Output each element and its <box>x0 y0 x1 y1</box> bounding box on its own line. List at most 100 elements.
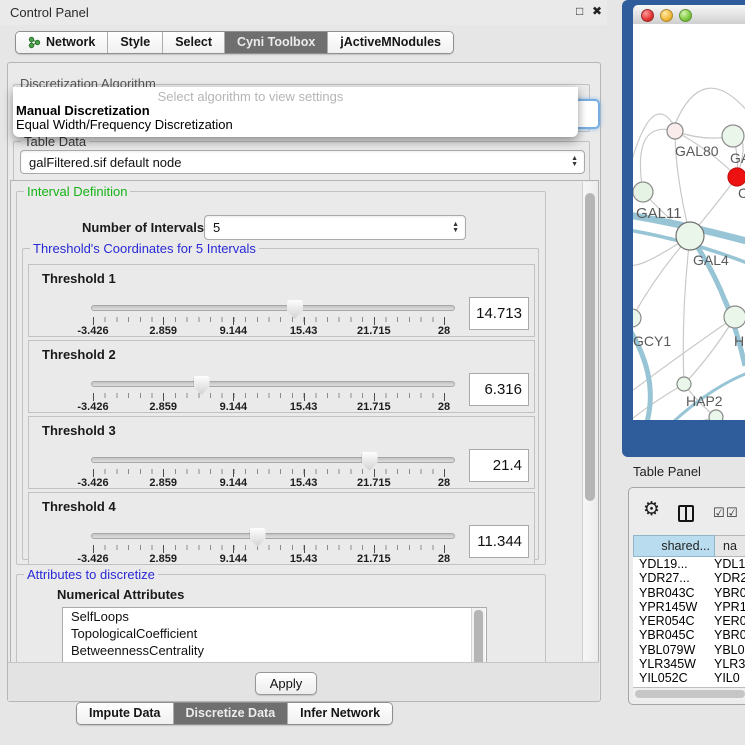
threshold-slider[interactable]: -3.4262.8599.14415.4321.71528 <box>29 265 469 336</box>
screen: { "window": { "title": "Control Panel" }… <box>0 0 745 745</box>
tab-jactivemnodules[interactable]: jActiveMNodules <box>328 32 453 53</box>
dropdown-option-equal-width[interactable]: Equal Width/Frequency Discretization <box>13 118 578 132</box>
slider-tick-labels: -3.4262.8599.14415.4321.71528 <box>93 325 444 337</box>
slider-track <box>91 381 455 387</box>
table-row[interactable]: YIL052CYIL0 <box>633 671 745 685</box>
attribute-item[interactable]: BetweennessCentrality <box>63 642 486 659</box>
network-window-titlebar[interactable] <box>633 5 745 25</box>
tab-infer-network[interactable]: Infer Network <box>288 703 392 724</box>
tick-label: 15.43 <box>290 477 318 489</box>
interval-definition-title: Interval Definition <box>24 184 130 199</box>
gear-icon[interactable]: ⚙ <box>643 498 660 521</box>
attribute-item[interactable]: TopologicalCoefficient <box>63 625 486 642</box>
tick-label: -3.426 <box>77 325 108 337</box>
slider-track <box>91 305 455 311</box>
combo-spinner-icon[interactable]: ▲▼ <box>571 156 578 168</box>
node-mid-right[interactable] <box>724 306 745 328</box>
tab-style[interactable]: Style <box>108 32 163 53</box>
tick-label: 2.859 <box>149 553 177 565</box>
tab-impute-data-label: Impute Data <box>89 706 161 720</box>
table-row[interactable]: YBR045CYBR0 <box>633 628 745 642</box>
control-panel: Control Panel □ ✖ Network Style Select C… <box>0 0 607 745</box>
tick-label: 21.715 <box>357 477 391 489</box>
attributes-group-title: Attributes to discretize <box>24 567 158 582</box>
settings-scrollbar-thumb[interactable] <box>585 193 595 501</box>
tick-label: 2.859 <box>149 477 177 489</box>
table-data-combobox[interactable]: galFiltered.sif default node ▲▼ <box>20 150 585 174</box>
label-hap2: HAP2 <box>686 393 723 409</box>
tab-discretize-data[interactable]: Discretize Data <box>174 703 289 724</box>
threshold-value-field[interactable]: 14.713 <box>469 297 529 330</box>
label-gal11: GAL11 <box>636 205 682 222</box>
tick-label: 9.144 <box>220 325 248 337</box>
checkbox-icon[interactable]: ☑ <box>726 505 738 521</box>
threshold-value-field[interactable]: 6.316 <box>469 373 529 406</box>
threshold-value-field[interactable]: 21.4 <box>469 449 529 482</box>
label-gal80: GAL80 <box>675 143 719 159</box>
table-row[interactable]: YPR145WYPR1 <box>633 600 745 614</box>
threshold-slider[interactable]: -3.4262.8599.14415.4321.71528 <box>29 417 469 488</box>
threshold-slider[interactable]: -3.4262.8599.14415.4321.71528 <box>29 341 469 412</box>
columns-icon[interactable] <box>678 505 694 522</box>
thresholds-container: Threshold 1 -3.4262.8599.14415.4321.7152… <box>28 264 535 568</box>
tab-impute-data[interactable]: Impute Data <box>77 703 174 724</box>
dropdown-option-manual[interactable]: Manual Discretization <box>13 104 578 118</box>
table-scrollbar-thumb[interactable] <box>635 690 745 698</box>
tick-label: 28 <box>438 553 450 565</box>
tab-network[interactable]: Network <box>16 32 108 53</box>
table-row[interactable]: YLR345WYLR3 <box>633 657 745 671</box>
attributes-scrollbar-thumb[interactable] <box>474 610 483 663</box>
bottom-tab-bar: Impute Data Discretize Data Infer Networ… <box>0 702 469 725</box>
panel-title: Control Panel <box>10 5 89 20</box>
table-row[interactable]: YER054CYER0 <box>633 614 745 628</box>
tab-jactivemnodules-label: jActiveMNodules <box>340 35 441 49</box>
node-bottom[interactable] <box>709 410 723 420</box>
tick-label: 21.715 <box>357 401 391 413</box>
network-canvas[interactable]: GAL80 GA C GAL11 GAL4 GCY1 H HAP2 <box>633 24 745 420</box>
node-gal80[interactable] <box>667 123 683 139</box>
numerical-attributes-label: Numerical Attributes <box>57 587 184 602</box>
network-graph: GAL80 GA C GAL11 GAL4 GCY1 H HAP2 <box>633 24 745 420</box>
node-top-right[interactable] <box>722 125 744 147</box>
numerical-attributes-list[interactable]: SelfLoopsTopologicalCoefficientBetweenne… <box>62 607 487 663</box>
node-gal4[interactable] <box>676 222 704 250</box>
threshold-panel: Threshold 4 -3.4262.8599.14415.4321.7152… <box>28 492 535 565</box>
table-row[interactable]: YDL19...YDL1 <box>633 557 745 571</box>
tab-select[interactable]: Select <box>163 32 225 53</box>
control-panel-titlebar: Control Panel □ ✖ <box>0 0 607 25</box>
tick-label: 15.43 <box>290 553 318 565</box>
number-of-intervals-spinner[interactable]: 5 ▲▼ <box>204 215 466 240</box>
slider-tick-labels: -3.4262.8599.14415.4321.71528 <box>93 477 444 489</box>
table-data-selected: galFiltered.sif default node <box>29 155 181 170</box>
thresholds-group-title: Threshold's Coordinates for 5 Intervals <box>30 241 259 256</box>
tick-label: 28 <box>438 477 450 489</box>
column-header-shared-name[interactable]: shared... <box>633 535 715 557</box>
close-panel-icon[interactable]: ✖ <box>592 4 602 18</box>
spinner-arrows-icon[interactable]: ▲▼ <box>452 222 459 234</box>
node-selected-red[interactable] <box>728 168 745 186</box>
threshold-slider[interactable]: -3.4262.8599.14415.4321.71528 <box>29 493 469 564</box>
slider-major-ticks <box>93 545 444 553</box>
minimize-traffic-light[interactable] <box>660 9 673 22</box>
attribute-item[interactable]: SelfLoops <box>63 608 486 625</box>
table-row[interactable]: YBL079WYBL0 <box>633 643 745 657</box>
tick-label: -3.426 <box>77 477 108 489</box>
slider-tick-labels: -3.4262.8599.14415.4321.71528 <box>93 553 444 565</box>
apply-button[interactable]: Apply <box>255 672 317 695</box>
node-gal11[interactable] <box>633 182 653 202</box>
node-table-header: shared... na <box>633 535 745 557</box>
node-hap2[interactable] <box>677 377 691 391</box>
node-table-body: YDL19...YDL1YDR27...YDR2YBR043CYBR0YPR14… <box>633 557 745 687</box>
settings-scroll-pane: Interval Definition Number of Intervals … <box>10 180 599 663</box>
column-header-name[interactable]: na <box>715 535 745 557</box>
checkbox-icon[interactable]: ☑ <box>713 505 725 521</box>
threshold-value-field[interactable]: 11.344 <box>469 525 529 558</box>
close-traffic-light[interactable] <box>641 9 654 22</box>
table-row[interactable]: YBR043CYBR0 <box>633 586 745 600</box>
zoom-traffic-light[interactable] <box>679 9 692 22</box>
float-window-icon[interactable]: □ <box>576 4 583 18</box>
table-row[interactable]: YDR27...YDR2 <box>633 571 745 585</box>
tab-cyni-toolbox[interactable]: Cyni Toolbox <box>225 32 328 53</box>
label-partial-mid-right: C <box>738 185 745 201</box>
node-gcy1[interactable] <box>633 309 641 327</box>
